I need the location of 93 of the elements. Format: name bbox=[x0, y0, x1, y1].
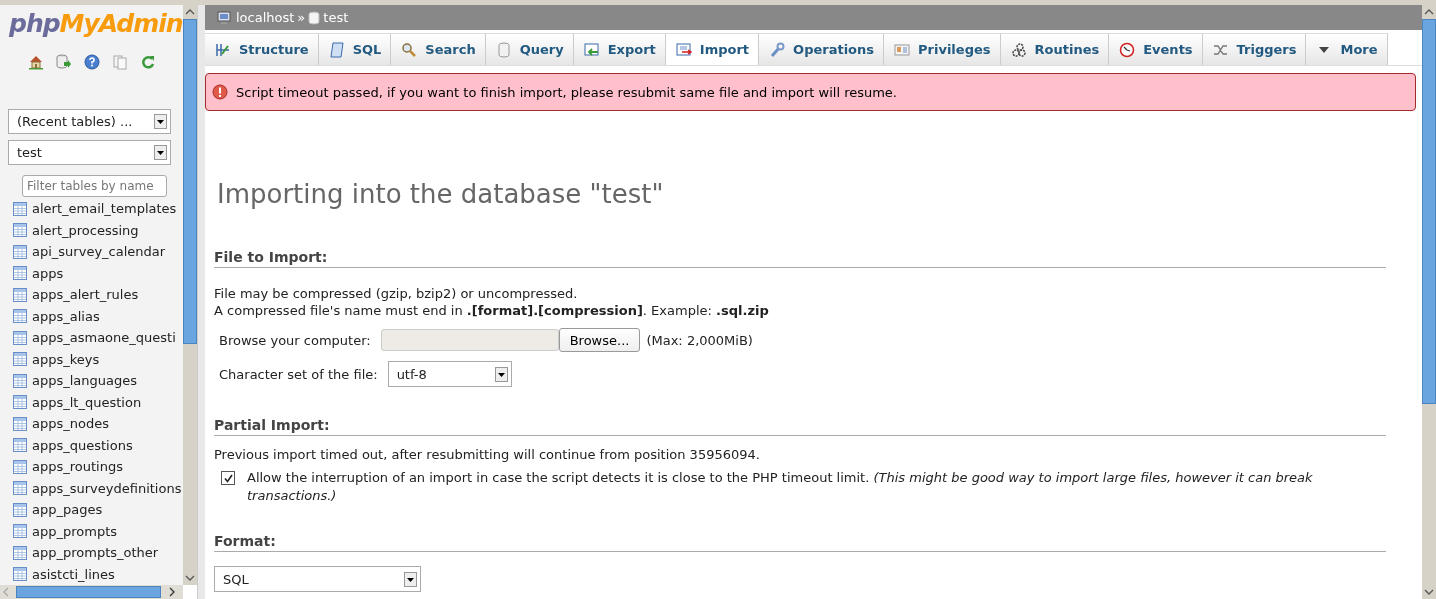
table-icon[interactable] bbox=[13, 481, 27, 496]
database-link[interactable]: test bbox=[323, 10, 349, 25]
tab-icon bbox=[583, 41, 600, 58]
tab-icon bbox=[1010, 41, 1027, 58]
tab[interactable]: Events bbox=[1109, 33, 1203, 65]
table-link[interactable]: alert_processing bbox=[32, 222, 139, 238]
vertical-scrollbar[interactable] bbox=[183, 5, 197, 585]
tab[interactable]: Routines bbox=[1000, 33, 1110, 65]
tab[interactable]: SQL bbox=[318, 33, 392, 65]
reload-icon[interactable] bbox=[140, 54, 156, 70]
recent-tables-dropdown[interactable]: (Recent tables) ... bbox=[8, 109, 171, 134]
home-icon[interactable] bbox=[28, 54, 44, 70]
table-link[interactable]: apps_alert_rules bbox=[32, 287, 139, 303]
file-field[interactable] bbox=[380, 329, 559, 351]
tab-icon bbox=[328, 41, 345, 58]
field-label: Browse your computer: bbox=[219, 332, 371, 348]
tab[interactable]: Triggers bbox=[1202, 33, 1307, 65]
table-icon[interactable] bbox=[13, 416, 27, 431]
section-heading: File to Import: bbox=[214, 249, 1386, 268]
database-dropdown[interactable]: test bbox=[8, 140, 171, 165]
section-heading: Partial Import: bbox=[214, 417, 1386, 436]
table-icon[interactable] bbox=[13, 459, 27, 474]
field-label: Character set of the file: bbox=[219, 366, 378, 382]
table-icon[interactable] bbox=[13, 567, 27, 582]
table-link[interactable]: apps_alias bbox=[32, 308, 100, 324]
tab[interactable]: Operations bbox=[759, 33, 885, 65]
info-text: A compressed file's name must end in .[format].[compression]. Example: .sql.zip bbox=[214, 302, 770, 319]
help-icon[interactable] bbox=[84, 54, 100, 70]
table-icon[interactable] bbox=[13, 524, 27, 539]
table-icon[interactable] bbox=[13, 266, 27, 281]
table-icon[interactable] bbox=[13, 330, 27, 345]
tab[interactable]: Import bbox=[665, 33, 760, 65]
table-icon[interactable] bbox=[13, 438, 27, 453]
tab[interactable]: More bbox=[1306, 33, 1388, 65]
section-heading: Format: bbox=[214, 533, 1386, 552]
table-link[interactable]: apps_surveydefinitions bbox=[32, 480, 182, 496]
table-link[interactable]: apps_keys bbox=[32, 351, 100, 367]
tab-icon bbox=[675, 41, 692, 58]
tab[interactable]: Query bbox=[485, 33, 574, 65]
breadcrumb-separator: » bbox=[297, 10, 306, 25]
table-link[interactable]: apps_questions bbox=[32, 437, 133, 453]
logo[interactable]: phpMyAdmin bbox=[9, 7, 183, 41]
tab[interactable]: Privileges bbox=[884, 33, 1001, 65]
tab[interactable]: Structure bbox=[205, 33, 319, 65]
checkbox-label: Allow the interruption of an import in case the script detects it is close to the PHP timeout limit. (This might be good way to import large files, however it can break transactions.) bbox=[247, 469, 1314, 505]
table-link[interactable]: api_survey_calendar bbox=[32, 244, 166, 260]
vertical-scrollbar[interactable] bbox=[1422, 5, 1436, 599]
tab-icon bbox=[401, 41, 418, 58]
tab-icon bbox=[1119, 41, 1136, 58]
database-arrow-icon[interactable] bbox=[56, 54, 72, 70]
horizontal-scrollbar[interactable] bbox=[0, 585, 183, 599]
server-link[interactable]: localhost bbox=[236, 10, 295, 25]
table-icon[interactable] bbox=[13, 201, 27, 216]
tab-icon bbox=[215, 41, 231, 58]
error-text: Script timeout passed, if you want to finish import, please resubmit same file and import will resume. bbox=[236, 84, 897, 100]
table-link[interactable]: alert_email_templates bbox=[32, 201, 177, 217]
info-text: Previous import timed out, after resubmitting will continue from position 35956094. bbox=[214, 446, 761, 463]
table-link[interactable]: asistcti_lines bbox=[32, 566, 115, 582]
max-size-text: (Max: 2,000MiB) bbox=[646, 332, 753, 348]
table-link[interactable]: app_prompts bbox=[32, 523, 118, 539]
table-link[interactable]: apps_asmaone_questi bbox=[32, 330, 176, 346]
documents-icon[interactable] bbox=[112, 54, 128, 70]
table-icon[interactable] bbox=[13, 309, 27, 324]
table-icon[interactable] bbox=[13, 373, 27, 388]
table-link[interactable]: apps bbox=[32, 265, 64, 281]
tab[interactable]: Search bbox=[391, 33, 486, 65]
format-dropdown[interactable]: SQL bbox=[214, 566, 421, 592]
table-icon[interactable] bbox=[13, 287, 27, 302]
table-icon[interactable] bbox=[13, 244, 27, 259]
table-link[interactable]: apps_lt_question bbox=[32, 394, 142, 410]
table-link[interactable]: app_prompts_other bbox=[32, 545, 159, 561]
table-icon[interactable] bbox=[13, 545, 27, 560]
table-icon[interactable] bbox=[13, 352, 27, 367]
filter-field[interactable]: Filter tables by name bbox=[22, 175, 167, 197]
charset-dropdown[interactable]: utf-8 bbox=[387, 361, 512, 387]
table-icon[interactable] bbox=[13, 223, 27, 238]
table-link[interactable]: apps_nodes bbox=[32, 416, 109, 432]
error-icon bbox=[212, 84, 228, 100]
table-link[interactable]: apps_languages bbox=[32, 373, 138, 389]
table-link[interactable]: app_pages bbox=[32, 502, 103, 518]
page-title: Importing into the database "test" bbox=[217, 178, 665, 210]
tab[interactable]: Export bbox=[573, 33, 666, 65]
tab-icon bbox=[894, 41, 911, 58]
table-icon[interactable] bbox=[13, 395, 27, 410]
tab-icon bbox=[495, 41, 512, 58]
table-icon[interactable] bbox=[13, 502, 27, 517]
info-text: File may be compressed (gzip, bzip2) or uncompressed. bbox=[214, 285, 579, 302]
browse-button[interactable]: Browse... bbox=[558, 328, 641, 352]
tab-icon bbox=[769, 41, 786, 58]
table-link[interactable]: apps_routings bbox=[32, 459, 123, 475]
checkbox[interactable] bbox=[221, 471, 235, 485]
database-icon bbox=[308, 10, 321, 25]
server-icon bbox=[217, 9, 233, 26]
